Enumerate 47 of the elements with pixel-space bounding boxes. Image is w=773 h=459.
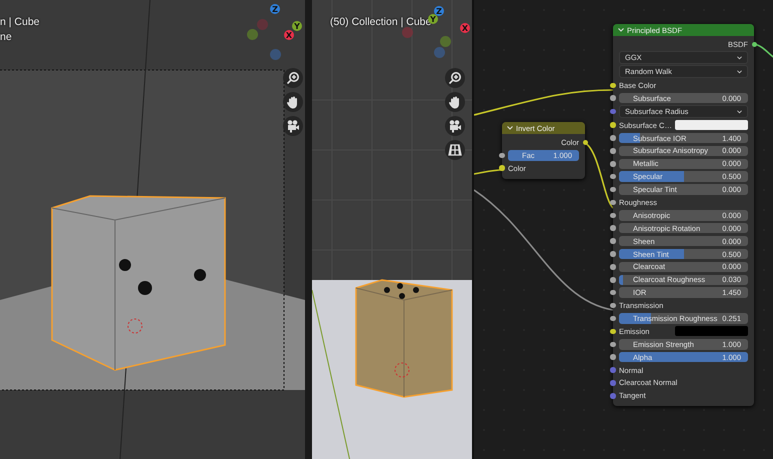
socket-dot[interactable] [610,264,616,270]
collapse-caret-icon[interactable] [507,126,513,130]
zoom-icon [448,71,462,85]
shader-node[interactable] [613,24,754,406]
dropdown-caret-icon [737,110,742,114]
collapse-caret-icon[interactable] [618,28,624,32]
socket-dot[interactable] [610,108,616,114]
socket-dot[interactable] [610,342,616,347]
viewport-info-text: ne [0,31,13,43]
grid-icon [448,143,462,157]
hand-icon [448,95,462,109]
dropdown-caret-icon [737,56,742,60]
socket-dot[interactable] [610,225,616,231]
socket-dot[interactable] [610,135,616,141]
socket-dot[interactable] [610,393,616,399]
socket-dot[interactable] [610,302,616,308]
socket-dot[interactable] [610,380,616,386]
color-swatch[interactable] [675,326,748,336]
socket-dot[interactable] [610,122,616,128]
node-link [474,169,502,175]
socket-dot[interactable] [610,290,616,296]
dropdown-caret-icon [737,70,742,74]
socket-dot[interactable] [610,367,616,373]
hand-icon [286,95,300,109]
socket-dot[interactable] [752,42,757,48]
socket-dot[interactable] [610,174,616,180]
movie-camera-icon [448,119,462,133]
socket-dot[interactable] [582,140,588,146]
color-swatch[interactable] [675,120,748,130]
socket-dot[interactable] [610,251,616,257]
socket-dot[interactable] [610,238,616,244]
socket-dot[interactable] [499,165,504,171]
viewport-info-text: n | Cube [0,16,40,28]
movie-camera-icon [286,119,300,133]
socket-dot[interactable] [610,328,616,334]
socket-dot[interactable] [610,82,616,88]
socket-dot[interactable] [499,152,504,158]
socket-dot[interactable] [610,186,616,192]
socket-dot[interactable] [610,212,616,218]
socket-dot[interactable] [610,316,616,322]
socket-dot[interactable] [610,277,616,283]
socket-dot[interactable] [610,200,616,206]
zoom-icon [286,71,300,85]
socket-dot[interactable] [610,161,616,167]
socket-dot[interactable] [610,148,616,154]
socket-dot[interactable] [610,354,616,360]
socket-dot[interactable] [610,95,616,101]
